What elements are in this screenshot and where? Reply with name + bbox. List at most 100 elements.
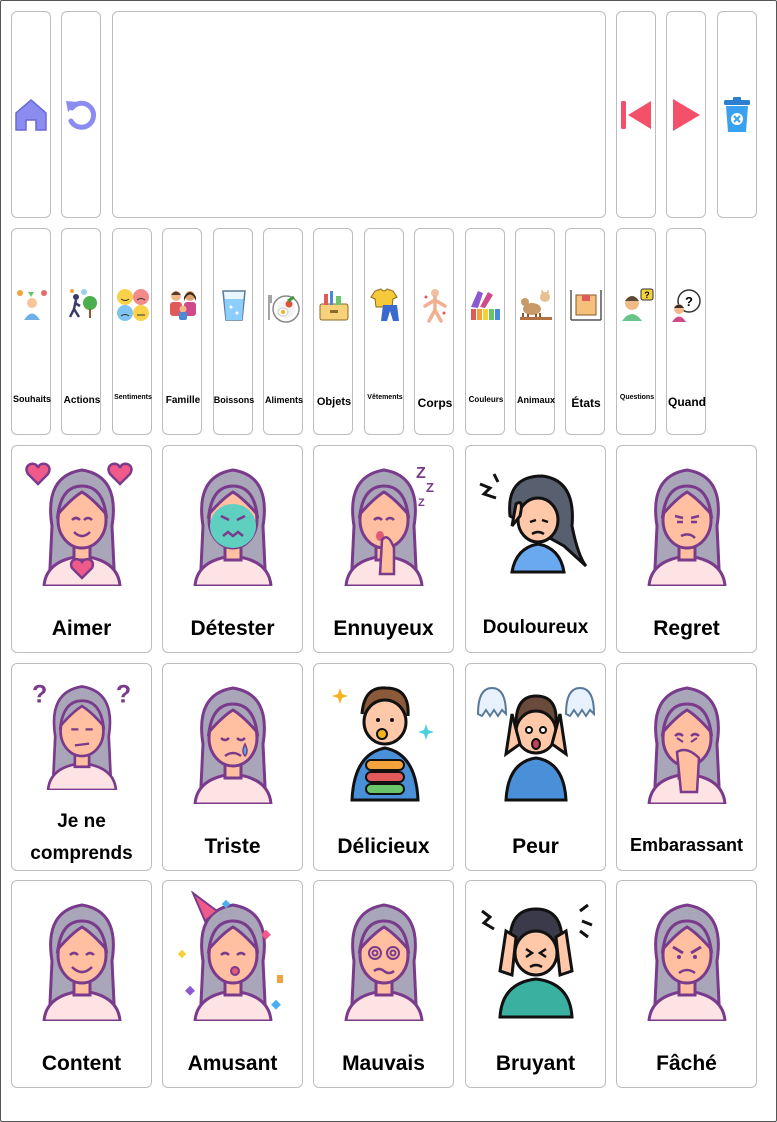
- card-label: Triste: [204, 835, 261, 858]
- category-couleurs[interactable]: Couleurs: [465, 228, 505, 435]
- card-detester[interactable]: Détester: [162, 445, 303, 653]
- svg-text:?: ?: [116, 681, 131, 709]
- card-je-ne-comprends-pas[interactable]: ? ? Je ne comprends pas: [11, 663, 152, 896]
- category-sentiments[interactable]: Sentiments: [112, 228, 152, 435]
- category-animaux[interactable]: Animaux: [515, 228, 555, 435]
- body-icon: [423, 289, 447, 323]
- card-mauvais[interactable]: Mauvais: [313, 880, 454, 1088]
- card-label: Mauvais: [342, 1052, 425, 1075]
- party-icon: [177, 891, 283, 1021]
- card-peur[interactable]: Peur: [465, 663, 606, 871]
- category-souhaits[interactable]: Souhaits: [11, 228, 51, 435]
- trash-icon: [724, 96, 750, 132]
- card-label: Douloureux: [482, 617, 589, 638]
- category-label: Actions: [63, 395, 101, 406]
- category-label: Boissons: [213, 395, 255, 405]
- love-icon: [25, 462, 133, 586]
- message-bar[interactable]: [112, 11, 606, 218]
- category-label: Objets: [316, 396, 352, 408]
- undo-button[interactable]: [61, 11, 101, 218]
- delicious-icon: [332, 686, 434, 802]
- category-label: Vêtements: [367, 394, 403, 401]
- svg-text:?: ?: [685, 294, 693, 309]
- card-label: Regret: [653, 617, 720, 640]
- card-amusant[interactable]: Amusant: [162, 880, 303, 1088]
- skip-back-button[interactable]: [616, 11, 656, 218]
- svg-text:Z: Z: [426, 480, 434, 495]
- category-label: Corps: [417, 396, 453, 410]
- clear-button[interactable]: [717, 11, 757, 218]
- category-quand[interactable]: ? Quand: [666, 228, 706, 435]
- noisy-icon: [481, 903, 593, 1019]
- headache-icon: [479, 473, 588, 574]
- card-aimer[interactable]: Aimer: [11, 445, 152, 653]
- clothes-icon: [370, 288, 399, 321]
- card-delicieux[interactable]: Délicieux: [313, 663, 454, 871]
- card-embarassant[interactable]: Embarassant: [616, 663, 757, 871]
- regret-icon: [647, 468, 727, 586]
- objects-icon: [319, 291, 349, 321]
- color-palette-icon: [471, 291, 500, 320]
- animals-icon: [520, 289, 552, 320]
- category-label: Famille: [165, 395, 201, 406]
- card-label: Content: [41, 1052, 122, 1075]
- category-label: Questions: [619, 394, 655, 401]
- card-content[interactable]: Content: [11, 880, 152, 1088]
- skip-back-icon: [621, 100, 651, 129]
- category-vetements[interactable]: Vêtements: [364, 228, 404, 435]
- happy-icon: [42, 903, 122, 1021]
- angry-icon: [647, 903, 727, 1021]
- card-label: Amusant: [187, 1052, 278, 1075]
- fear-icon: [476, 686, 596, 802]
- card-regret[interactable]: Regret: [616, 445, 757, 653]
- card-label: Peur: [512, 835, 559, 858]
- card-triste[interactable]: Triste: [162, 663, 303, 871]
- svg-text:Z: Z: [416, 465, 426, 482]
- card-label: Fâché: [656, 1052, 717, 1075]
- card-label: Ennuyeux: [333, 617, 434, 640]
- category-objets[interactable]: Objets: [313, 228, 353, 435]
- states-icon: [570, 290, 602, 321]
- svg-text:?: ?: [32, 681, 47, 709]
- disgust-icon: [193, 468, 273, 586]
- category-label: Aliments: [264, 395, 303, 405]
- confused-icon: ? ?: [32, 681, 131, 790]
- card-label: Bruyant: [495, 1052, 576, 1075]
- card-label: Aimer: [51, 617, 112, 640]
- category-label: Animaux: [516, 395, 555, 405]
- category-label: Couleurs: [468, 395, 504, 404]
- emotions-icon: [117, 289, 149, 321]
- category-aliments[interactable]: Aliments: [263, 228, 303, 435]
- food-plate-icon: [268, 295, 300, 323]
- card-bruyant[interactable]: Bruyant: [465, 880, 606, 1088]
- actions-icon: [68, 289, 97, 318]
- card-label: Je ne: [57, 811, 106, 832]
- card-label: Embarassant: [629, 835, 744, 855]
- category-actions[interactable]: Actions: [61, 228, 101, 435]
- dizzy-icon: [344, 903, 424, 1021]
- category-label: Souhaits: [12, 394, 51, 404]
- category-label: Sentiments: [114, 394, 152, 401]
- play-icon: [673, 98, 700, 131]
- card-label: Détester: [190, 617, 275, 640]
- category-boissons[interactable]: Boissons: [213, 228, 255, 435]
- card-ennuyeux[interactable]: Z Z Z Ennuyeux: [313, 445, 454, 653]
- card-douloureux[interactable]: Douloureux: [465, 445, 606, 653]
- svg-text:Z: Z: [418, 497, 425, 509]
- category-corps[interactable]: Corps: [414, 228, 454, 435]
- water-glass-icon: [222, 290, 246, 321]
- category-etats[interactable]: États: [565, 228, 605, 435]
- family-icon: [170, 291, 196, 320]
- play-button[interactable]: [666, 11, 706, 218]
- category-label: Quand: [668, 395, 706, 409]
- card-fache[interactable]: Fâché: [616, 880, 757, 1088]
- wishes-icon: [17, 290, 47, 320]
- embarrassed-icon: [647, 686, 727, 804]
- category-famille[interactable]: Famille: [162, 228, 202, 435]
- category-questions[interactable]: ? Questions: [616, 228, 656, 435]
- when-icon: ?: [672, 289, 701, 322]
- svg-text:?: ?: [644, 290, 650, 300]
- card-label: Délicieux: [337, 835, 430, 858]
- home-button[interactable]: [11, 11, 51, 218]
- sad-icon: [193, 686, 273, 804]
